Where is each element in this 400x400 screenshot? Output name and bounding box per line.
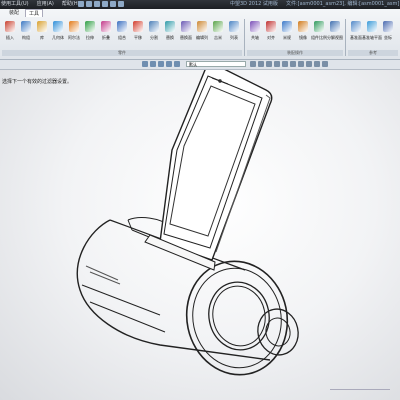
app-title: 中望3D 2012 试用版 <box>230 1 278 7</box>
coaxial-icon <box>250 21 260 32</box>
explode-view-icon <box>330 21 340 32</box>
shaded-icon[interactable] <box>250 61 256 67</box>
redo-icon[interactable] <box>118 1 124 7</box>
settings-icon[interactable] <box>322 61 328 67</box>
ribbon-button-label: 分解视图 <box>327 35 343 40</box>
tab-tools[interactable]: 工具 <box>25 9 44 17</box>
scale-icon <box>314 21 324 32</box>
fold-icon <box>101 21 111 32</box>
ribbon-button-label: 替换面 <box>180 35 192 40</box>
ribbon-button-label: 吉米 <box>214 35 222 40</box>
menu-apply[interactable]: 应用(A) <box>36 0 55 9</box>
replace-face-icon <box>181 21 191 32</box>
ribbon-button-label: 共轴 <box>251 35 259 40</box>
gear-part-icon <box>213 21 223 32</box>
ribbon-button-label: 折叠 <box>102 35 110 40</box>
ribbon-group-assembly-ops-label: 装配操作 <box>247 50 343 56</box>
ribbon-button-label: 基准轴平面 <box>362 35 382 40</box>
ribbon-tabs: 装配 工具 <box>0 9 44 17</box>
view-toolbar: 默认 <box>0 60 400 70</box>
insert-part-icon <box>5 21 15 32</box>
pan-icon[interactable] <box>150 61 156 67</box>
file-title: 文件:[asm0001_asm23], 编辑:[asm0001_asm] <box>286 1 400 7</box>
ribbon-button-label: 拉伸 <box>86 35 94 40</box>
quick-access-toolbar <box>78 1 124 7</box>
ribbon: 装配 工具 插入 构组库几何体 阿尔法 拉伸 折叠 组合 平移 分割 替换 替换面 编辑列 吉米 列表 … <box>0 9 400 60</box>
list-icon <box>229 21 239 32</box>
select-icon[interactable] <box>142 61 148 67</box>
ribbon-button-label: 组合 <box>118 35 126 40</box>
replace-icon <box>165 21 175 32</box>
alpha-icon <box>69 21 79 32</box>
ribbon-button-label: 组件比例 <box>311 35 327 40</box>
component-icon <box>21 21 31 32</box>
zoom-icon[interactable] <box>166 61 172 67</box>
section-icon[interactable] <box>290 61 296 67</box>
menu-bar: 使用工具(U) 应用(A) 帮助(H) <box>0 0 81 9</box>
open-file-icon[interactable] <box>86 1 92 7</box>
undo-icon[interactable] <box>110 1 116 7</box>
filter-select[interactable]: 默认 <box>186 61 246 67</box>
save-icon[interactable] <box>94 1 100 7</box>
ribbon-button-label: 米规 <box>283 35 291 40</box>
ribbon-button-label: 几何体 <box>52 35 64 40</box>
display-toolbar-icons <box>250 61 328 67</box>
ribbon-button-label: 对齐 <box>267 35 275 40</box>
menu-tools[interactable]: 使用工具(U) <box>0 0 30 9</box>
ribbon-button-label: 替换 <box>166 35 174 40</box>
ribbon-button-label: 插入 <box>6 35 14 40</box>
split-icon <box>149 21 159 32</box>
ribbon-button-label: 库 <box>40 35 44 40</box>
view-iso-icon[interactable] <box>282 61 288 67</box>
csys-icon <box>383 21 393 32</box>
ribbon-separator <box>244 19 245 56</box>
geometry-icon <box>53 21 63 32</box>
ribbon-button-label: 编辑列 <box>196 35 208 40</box>
ribbon-button-label: 平移 <box>134 35 142 40</box>
ribbon-button-label: 构组 <box>22 35 30 40</box>
light-icon[interactable] <box>314 61 320 67</box>
hidden-line-icon[interactable] <box>266 61 272 67</box>
status-corner <box>330 389 390 397</box>
combine-icon <box>117 21 127 32</box>
wireframe-icon[interactable] <box>258 61 264 67</box>
phone-stand-model[interactable] <box>0 70 400 400</box>
view-toolbar-icons <box>142 61 180 67</box>
extrude-icon <box>85 21 95 32</box>
ribbon-button-label: 分割 <box>150 35 158 40</box>
ribbon-separator <box>345 19 346 56</box>
tab-assembly[interactable]: 装配 <box>6 9 22 17</box>
edit-list-icon <box>197 21 207 32</box>
fit-icon[interactable] <box>174 61 180 67</box>
datum-plane-icon <box>351 21 361 32</box>
ribbon-button-label: 列表 <box>230 35 238 40</box>
ribbon-button-label: 基准面 <box>350 35 362 40</box>
datum-axis-icon <box>367 21 377 32</box>
meter-icon <box>282 21 292 32</box>
ribbon-group-parts-label: 零件 <box>2 50 242 56</box>
ribbon-button-label: 镜像 <box>299 35 307 40</box>
align-icon <box>266 21 276 32</box>
color-icon[interactable] <box>306 61 312 67</box>
new-file-icon[interactable] <box>78 1 84 7</box>
ribbon-group-reference-label: 参考 <box>348 50 398 56</box>
ribbon-button-label: 阿尔法 <box>68 35 80 40</box>
view-front-icon[interactable] <box>274 61 280 67</box>
title-bar: 使用工具(U) 应用(A) 帮助(H) 中望3D 2012 试用版 文件:[as… <box>0 0 400 9</box>
ribbon-button-label: 坐标 <box>384 35 392 40</box>
move-icon <box>133 21 143 32</box>
library-icon <box>37 21 47 32</box>
layer-icon[interactable] <box>298 61 304 67</box>
rotate-icon[interactable] <box>158 61 164 67</box>
print-icon[interactable] <box>102 1 108 7</box>
mirror-icon <box>298 21 308 32</box>
